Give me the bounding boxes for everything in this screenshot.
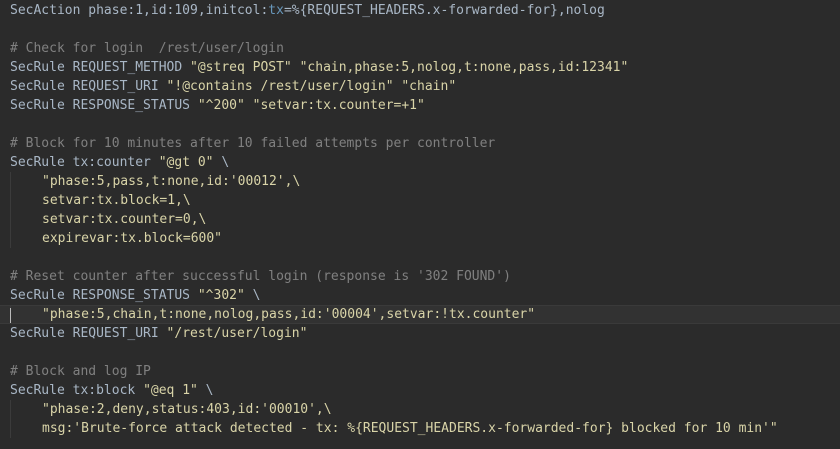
- indent-guide: [10, 229, 11, 248]
- code-line[interactable]: SecRule tx:counter "@gt 0" \: [0, 153, 840, 172]
- code-token-string: "phase:5,chain,t:none,nolog,pass,id:'000…: [42, 307, 536, 322]
- code-token-string: setvar:tx.block=1,\: [42, 193, 191, 208]
- indent-guide: [10, 210, 11, 229]
- code-line[interactable]: "phase:5,chain,t:none,nolog,pass,id:'000…: [0, 305, 840, 324]
- code-token-string: "!@contains /rest/user/login": [166, 79, 394, 94]
- code-token-string: "chain": [401, 79, 457, 94]
- code-line[interactable]: expirevar:tx.block=600": [0, 229, 840, 248]
- code-line[interactable]: SecRule RESPONSE_STATUS "^200" "setvar:t…: [0, 96, 840, 115]
- code-line[interactable]: # Block and log IP: [0, 362, 840, 381]
- indent-guide: [10, 419, 11, 438]
- code-line[interactable]: SecAction phase:1,id:109,initcol:tx=%{RE…: [0, 1, 840, 20]
- indent-guide: [10, 172, 11, 191]
- code-token-string: "phase:5,pass,t:none,id:'00012',\: [42, 174, 301, 189]
- code-token-text: SecRule RESPONSE_STATUS: [10, 288, 198, 303]
- indent-guide: [10, 191, 11, 210]
- code-token-string: "/rest/user/login": [166, 326, 308, 341]
- code-line[interactable]: setvar:tx.counter=0,\: [0, 210, 840, 229]
- code-line[interactable]: # Check for login /rest/user/login: [0, 39, 840, 58]
- code-token-text: \: [244, 288, 261, 303]
- code-line[interactable]: ​: [0, 115, 840, 134]
- code-token-string: expirevar:tx.block=600": [42, 231, 223, 246]
- code-token-string: msg:'Brute-force attack detected - tx: %…: [42, 421, 778, 436]
- code-token-text: =%{REQUEST_HEADERS.x-forwarded-for},nolo…: [283, 3, 605, 18]
- code-token-comment: # Check for login /rest/user/login: [10, 41, 284, 56]
- code-token-text: \: [213, 155, 230, 170]
- code-line[interactable]: # Block for 10 minutes after 10 failed a…: [0, 134, 840, 153]
- code-token-text: SecRule tx:counter: [10, 155, 159, 170]
- code-line[interactable]: SecRule REQUEST_URI "/rest/user/login": [0, 324, 840, 343]
- code-editor[interactable]: SecAction phase:1,id:109,initcol:tx=%{RE…: [0, 1, 840, 449]
- code-line[interactable]: msg:'Brute-force attack detected - tx: %…: [0, 419, 840, 438]
- code-token-string: "setvar:tx.counter=+1": [252, 98, 425, 113]
- code-token-text: SecRule RESPONSE_STATUS: [10, 98, 198, 113]
- code-token-text: SecRule REQUEST_URI: [10, 326, 167, 341]
- code-line[interactable]: # Reset counter after successful login (…: [0, 267, 840, 286]
- code-token-string: "phase:2,deny,status:403,id:'00010',\: [42, 402, 332, 417]
- code-line[interactable]: "phase:5,pass,t:none,id:'00012',\: [0, 172, 840, 191]
- code-line[interactable]: "phase:2,deny,status:403,id:'00010',\: [0, 400, 840, 419]
- code-token-text: SecRule REQUEST_METHOD: [10, 60, 191, 75]
- code-line[interactable]: ​: [0, 248, 840, 267]
- code-token-comment: # Block and log IP: [10, 364, 151, 379]
- code-token-string: "^200": [197, 98, 245, 113]
- code-line[interactable]: SecRule RESPONSE_STATUS "^302" \: [0, 286, 840, 305]
- code-token-string: "^302": [197, 288, 245, 303]
- code-token-comment: # Block for 10 minutes after 10 failed a…: [10, 136, 496, 151]
- indent-guide: [10, 400, 11, 419]
- code-line[interactable]: setvar:tx.block=1,\: [0, 191, 840, 210]
- code-token-string: "@eq 1": [143, 383, 198, 398]
- code-token-text: SecRule REQUEST_URI: [10, 79, 167, 94]
- code-line[interactable]: ​: [0, 343, 840, 362]
- code-token-string: "@gt 0": [158, 155, 214, 170]
- code-token-text: SecRule tx:block: [10, 383, 144, 398]
- code-token-var: tx: [268, 3, 284, 18]
- code-token-text: SecAction phase:1,id:109,initcol:: [10, 3, 269, 18]
- text-cursor: [10, 308, 11, 323]
- code-token-string: setvar:tx.counter=0,\: [42, 212, 207, 227]
- code-token-comment: # Reset counter after successful login (…: [10, 269, 511, 284]
- code-line[interactable]: ​: [0, 20, 840, 39]
- code-token-text: \: [197, 383, 214, 398]
- code-line[interactable]: SecRule tx:block "@eq 1" \: [0, 381, 840, 400]
- code-line[interactable]: SecRule REQUEST_URI "!@contains /rest/us…: [0, 77, 840, 96]
- code-line[interactable]: SecRule REQUEST_METHOD "@streq POST" "ch…: [0, 58, 840, 77]
- code-token-string: "chain,phase:5,nolog,t:none,pass,id:1234…: [299, 60, 629, 75]
- code-token-string: "@streq POST": [190, 60, 292, 75]
